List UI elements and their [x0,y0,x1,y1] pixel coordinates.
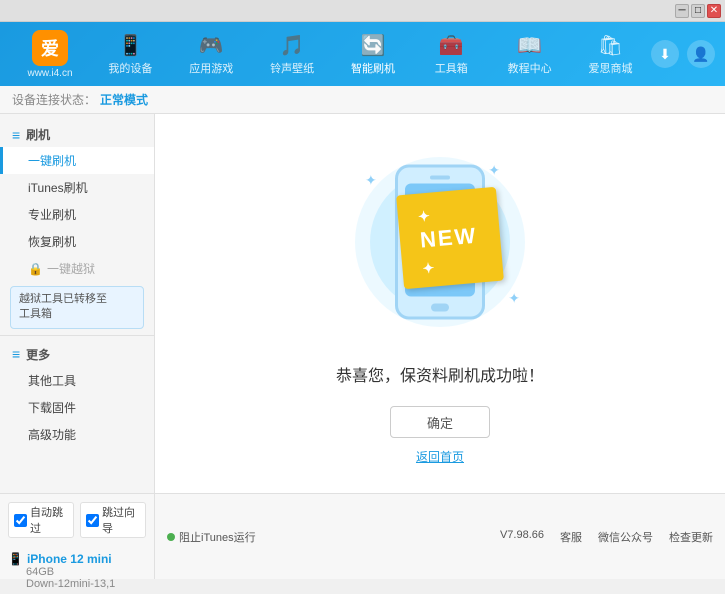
nav-item-ringtones[interactable]: 🎵铃声壁纸 [262,29,322,80]
device-info-block: 📱 iPhone 12 mini 64GB Down-12mini-13,1 [8,548,146,594]
auto-skip-checkbox[interactable]: 自动跳过 [8,502,74,538]
skip-wizard-input[interactable] [86,514,99,527]
device-name-row: 📱 iPhone 12 mini [8,552,146,566]
sidebar-item-itunes-flash[interactable]: iTunes刷机 [0,174,154,201]
nav-item-smart-flash[interactable]: 🔄智能刷机 [343,29,403,80]
sidebar-more-section[interactable]: ≡ 更多 [0,342,154,367]
sparkle-2: ✦ [488,162,500,179]
flash-section-label: 刷机 [26,126,50,143]
device-storage: 64GB [8,566,146,578]
auto-skip-label: 自动跳过 [30,504,68,536]
logo[interactable]: 爱 www.i4.cn [10,30,90,79]
statusbar: 设备连接状态： 正常模式 [0,86,725,114]
itunes-dot [167,533,175,541]
more-section-label: 更多 [26,346,50,363]
close-button[interactable]: ✕ [707,4,721,18]
nav-right: ⬇ 👤 [651,40,715,68]
smart-flash-icon: 🔄 [361,33,386,58]
sidebar-divider [0,335,154,336]
skip-wizard-label: 跳过向导 [102,504,140,536]
sidebar: ≡ 刷机 一键刷机 iTunes刷机 专业刷机 恢复刷机 🔒 一键越狱 越狱工具… [0,114,155,493]
wechat-link[interactable]: 微信公众号 [598,529,653,545]
flash-icon: ≡ [12,127,20,143]
service-link[interactable]: 客服 [560,529,582,545]
nav-item-toolbox[interactable]: 🧰工具箱 [424,29,479,80]
sparkle-1: ✦ [365,172,377,189]
nav-items: 📱我的设备 🎮应用游戏 🎵铃声壁纸 🔄智能刷机 🧰工具箱 📖教程中心 🛍爱思商城 [90,29,651,80]
status-label: 设备连接状态： [12,91,96,108]
my-device-icon: 📱 [118,33,143,58]
sidebar-item-pro-flash[interactable]: 专业刷机 [0,201,154,228]
itunes-status[interactable]: 阻止iTunes运行 [167,529,256,545]
bottom-links: V7.98.66 客服 微信公众号 检查更新 [500,529,713,545]
check-update-link[interactable]: 检查更新 [669,529,713,545]
maximize-button[interactable]: □ [691,4,705,18]
auto-skip-input[interactable] [14,514,27,527]
back-home-link[interactable]: 返回首页 [416,448,464,465]
topnav: 爱 www.i4.cn 📱我的设备 🎮应用游戏 🎵铃声壁纸 🔄智能刷机 🧰工具箱 📖教程中… [0,22,725,86]
jailbreak-label: 一键越狱 [47,260,95,277]
user-button[interactable]: 👤 [687,40,715,68]
logo-url: www.i4.cn [27,68,72,79]
sidebar-item-download-firmware[interactable]: 下载固件 [0,394,154,421]
device-phone-icon: 📱 [8,552,23,566]
phone-speaker [430,176,450,180]
download-button[interactable]: ⬇ [651,40,679,68]
sidebar-flash-section[interactable]: ≡ 刷机 [0,122,154,147]
confirm-button[interactable]: 确定 [390,406,490,438]
nav-item-apps-games[interactable]: 🎮应用游戏 [181,29,241,80]
version-label: V7.98.66 [500,529,544,545]
sidebar-item-recovery-flash[interactable]: 恢复刷机 [0,228,154,255]
device-name: iPhone 12 mini [27,552,112,566]
tutorial-icon: 📖 [517,33,542,58]
apps-games-icon: 🎮 [199,33,224,58]
phone-home [431,304,449,312]
titlebar: ─ □ ✕ [0,0,725,22]
checkbox-group: 自动跳过 跳过向导 [8,502,146,538]
bottom-left-panel: 自动跳过 跳过向导 📱 iPhone 12 mini 64GB Down-12m… [0,494,155,579]
skip-wizard-checkbox[interactable]: 跳过向导 [80,502,146,538]
minimize-button[interactable]: ─ [675,4,689,18]
nav-item-store[interactable]: 🛍爱思商城 [580,29,640,80]
store-icon: 🛍 [598,33,623,58]
more-icon: ≡ [12,346,20,362]
success-text: 恭喜您，保资料刷机成功啦！ [336,362,544,386]
sidebar-item-advanced[interactable]: 高级功能 [0,421,154,448]
lock-icon: 🔒 [28,262,43,276]
toolbox-icon: 🧰 [439,33,464,58]
sidebar-item-one-click-flash[interactable]: 一键刷机 [0,147,154,174]
sidebar-item-other-tools[interactable]: 其他工具 [0,367,154,394]
itunes-label: 阻止iTunes运行 [179,529,256,545]
jailbreak-notice: 越狱工具已转移至 工具箱 [10,286,144,329]
sidebar-jailbreak-disabled: 🔒 一键越狱 [0,255,154,282]
main-content: NEW ✦ ✦ ✦ 恭喜您，保资料刷机成功啦！ 确定 返回首页 [155,114,725,493]
ringtones-icon: 🎵 [280,33,305,58]
nav-item-tutorial[interactable]: 📖教程中心 [500,29,560,80]
logo-icon: 爱 [32,30,68,66]
status-value: 正常模式 [100,91,148,108]
sparkle-3: ✦ [508,290,520,307]
device-version: Down-12mini-13,1 [8,578,146,590]
success-illustration: NEW ✦ ✦ ✦ [340,142,540,342]
new-banner: NEW [396,187,504,289]
main-area: ≡ 刷机 一键刷机 iTunes刷机 专业刷机 恢复刷机 🔒 一键越狱 越狱工具… [0,114,725,493]
nav-item-my-device[interactable]: 📱我的设备 [100,29,160,80]
bottom-right-panel: 阻止iTunes运行 V7.98.66 客服 微信公众号 检查更新 [155,494,725,579]
bottom-bar: 自动跳过 跳过向导 📱 iPhone 12 mini 64GB Down-12m… [0,493,725,579]
